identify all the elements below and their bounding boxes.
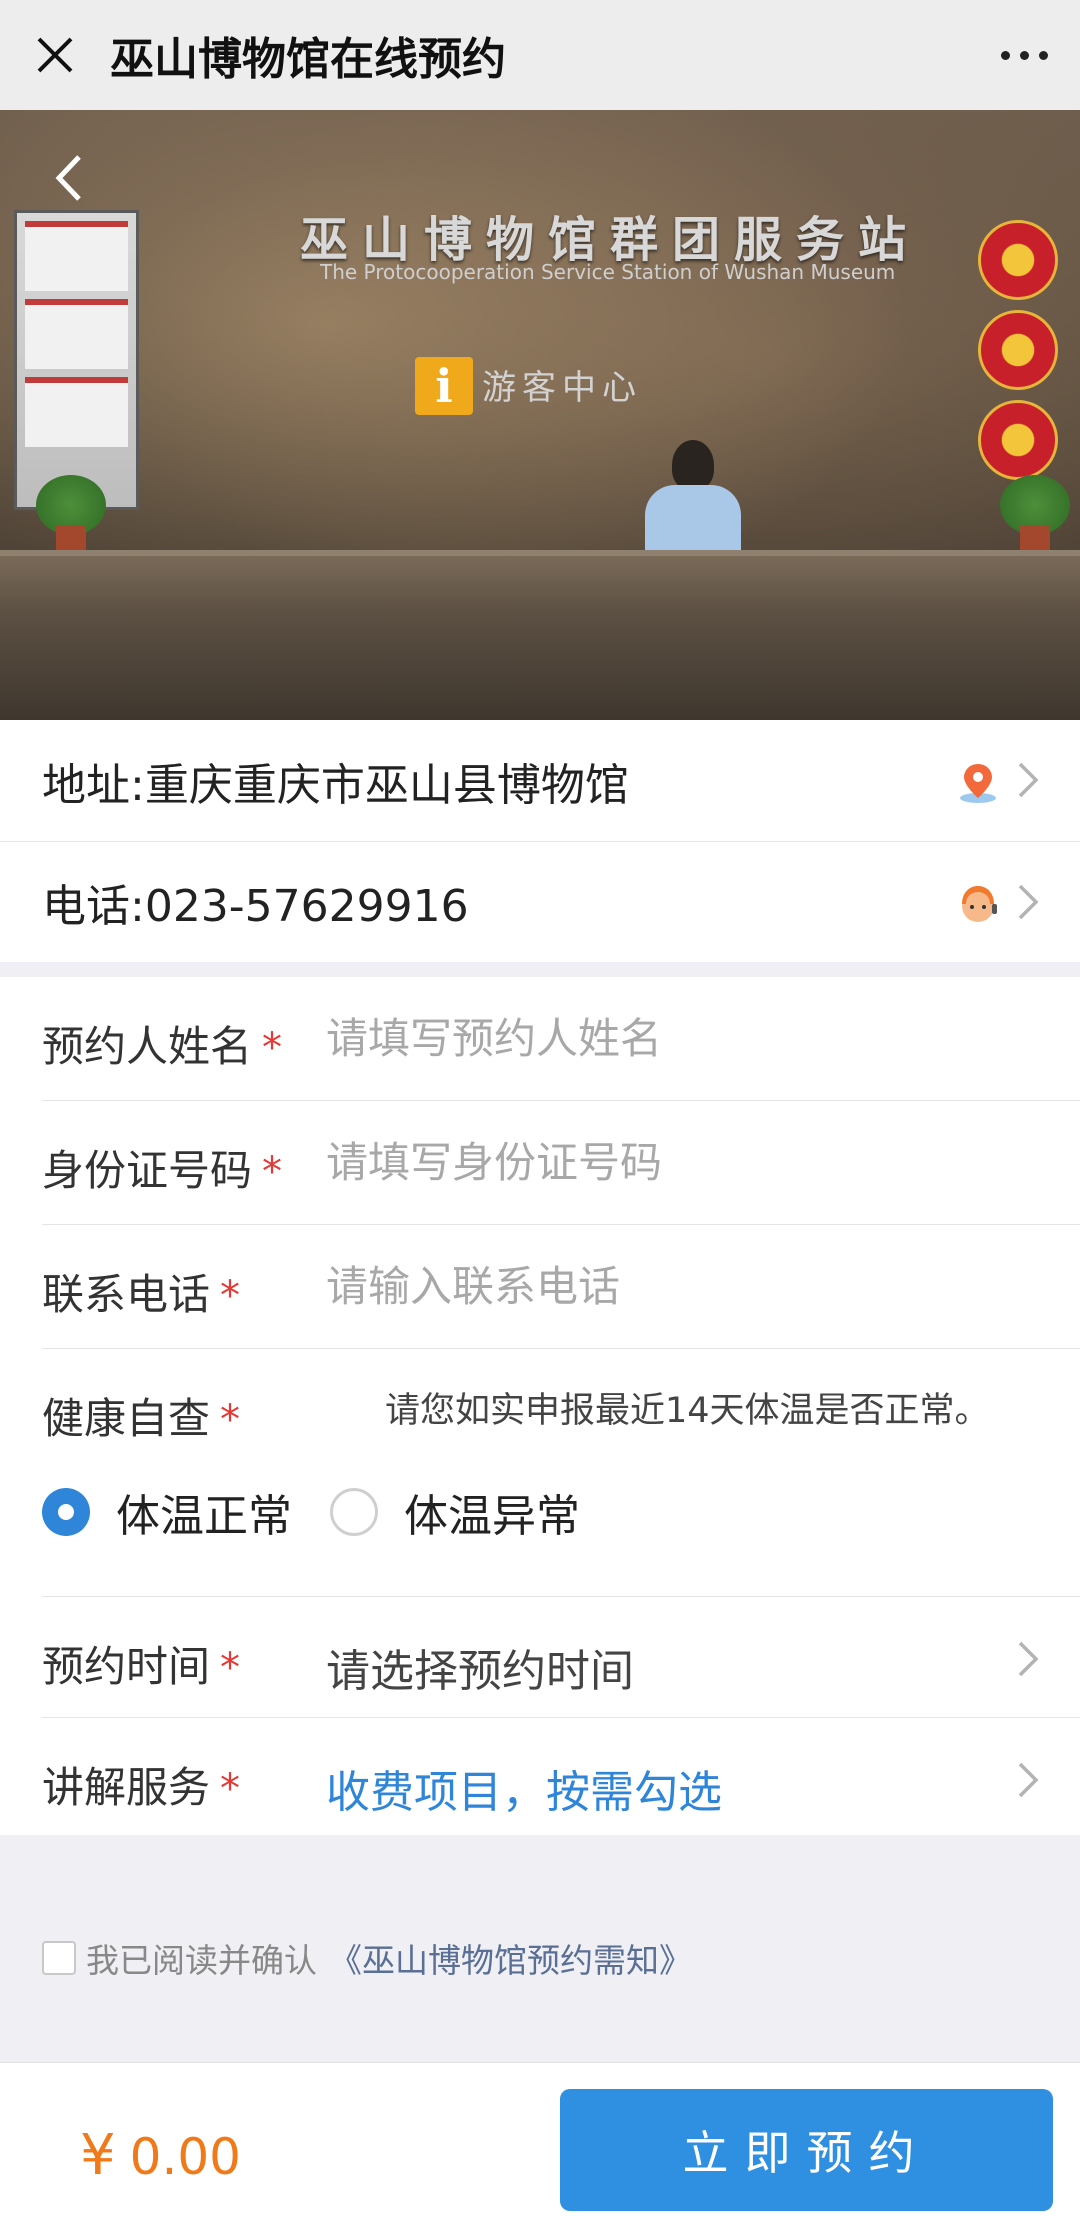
customer-service-icon [962, 886, 997, 922]
currency-symbol: ¥ [80, 2123, 116, 2188]
phone-row[interactable]: 电话:023-57629916 [0, 841, 1080, 962]
chevron-right-icon [1018, 1762, 1039, 1798]
wall-sign-subtext: The Protocooperation Service Station of … [320, 260, 896, 284]
id-number-row: 身份证号码 * [42, 1101, 1080, 1225]
temperature-radio-group: 体温正常 体温异常 [42, 1480, 618, 1544]
radio-temp-normal[interactable]: 体温正常 [42, 1480, 292, 1544]
info-card: 地址:重庆重庆市巫山县博物馆 电话:023-57629916 [0, 720, 1080, 962]
location-pin-icon [960, 764, 996, 803]
radio-unchecked-icon [330, 1488, 378, 1536]
receptionist-head [672, 440, 714, 490]
agreement-text: 我已阅读并确认 [86, 1941, 317, 1980]
name-label: 预约人姓名 * [42, 1022, 283, 1071]
emblem-icon [978, 400, 1058, 480]
id-number-input[interactable] [326, 1127, 1026, 1197]
required-star: * [220, 1766, 241, 1812]
required-star: * [220, 1273, 241, 1319]
page: 巫山博物馆在线预约 巫山博物馆群团服务站 The Protocooperatio… [0, 0, 1080, 2239]
guide-service-link: 收费项目，按需勾选 [326, 1767, 722, 1818]
chevron-right-icon [1018, 884, 1039, 920]
time-row[interactable]: 预约时间 * 请选择预约时间 [42, 1597, 1080, 1718]
chevron-right-icon [1018, 1641, 1039, 1677]
plant-pot [1020, 525, 1050, 553]
id-number-label: 身份证号码 * [42, 1146, 283, 1195]
contact-label: 联系电话 * [42, 1270, 241, 1319]
time-select-value: 请选择预约时间 [326, 1646, 634, 1697]
radio-label: 体温正常 [116, 1491, 292, 1542]
required-star: * [262, 1025, 283, 1071]
emblem-icon [978, 310, 1058, 390]
required-star: * [220, 1645, 241, 1691]
time-label: 预约时间 * [42, 1642, 241, 1691]
reception-counter [0, 550, 1080, 720]
guide-label: 讲解服务 * [42, 1763, 241, 1812]
required-star: * [262, 1149, 283, 1195]
name-row: 预约人姓名 * [42, 977, 1080, 1101]
address-row[interactable]: 地址:重庆重庆市巫山县博物馆 [0, 720, 1080, 841]
radio-temp-abnormal[interactable]: 体温异常 [330, 1480, 580, 1544]
top-bar: 巫山博物馆在线预约 [0, 0, 1080, 110]
radio-label: 体温异常 [404, 1491, 580, 1542]
agreement: 我已阅读并确认 《巫山博物馆预约需知》 [42, 1934, 692, 1982]
emblem-icon [978, 220, 1058, 300]
name-input[interactable] [326, 1003, 1026, 1073]
bottom-bar: ¥ 0.00 立即预约 [0, 2062, 1080, 2239]
contact-phone-input[interactable] [326, 1251, 1026, 1321]
back-button[interactable] [40, 150, 96, 206]
tourist-center-sign: 游客中心 [482, 368, 642, 408]
close-icon [37, 37, 73, 73]
required-star: * [220, 1397, 241, 1443]
more-button[interactable] [994, 30, 1054, 80]
chevron-left-icon [55, 155, 81, 201]
receptionist-body [645, 485, 741, 555]
price-amount: 0.00 [129, 2128, 241, 2186]
page-title: 巫山博物馆在线预约 [110, 34, 506, 85]
health-label: 健康自查 * [42, 1394, 241, 1443]
plant-pot [56, 525, 86, 553]
phone-text: 电话:023-57629916 [42, 881, 469, 932]
contact-row: 联系电话 * [42, 1225, 1080, 1349]
notice-board [14, 210, 139, 510]
book-now-button[interactable]: 立即预约 [560, 2089, 1053, 2211]
more-dots-icon [1000, 50, 1010, 60]
agreement-checkbox[interactable] [42, 1941, 76, 1975]
hero-image: 巫山博物馆群团服务站 The Protocooperation Service … [0, 110, 1080, 720]
address-text: 地址:重庆重庆市巫山县博物馆 [42, 759, 629, 811]
info-sign-icon: i [415, 357, 473, 415]
total-price: ¥ 0.00 [80, 2123, 241, 2188]
close-button[interactable] [0, 0, 110, 110]
chevron-right-icon [1018, 762, 1039, 798]
health-note: 请您如实申报最近14天体温是否正常。 [385, 1391, 990, 1431]
guide-row[interactable]: 讲解服务 * 收费项目，按需勾选 [42, 1718, 1080, 1835]
agreement-link[interactable]: 《巫山博物馆预约需知》 [329, 1934, 692, 1982]
radio-checked-icon [42, 1488, 90, 1536]
